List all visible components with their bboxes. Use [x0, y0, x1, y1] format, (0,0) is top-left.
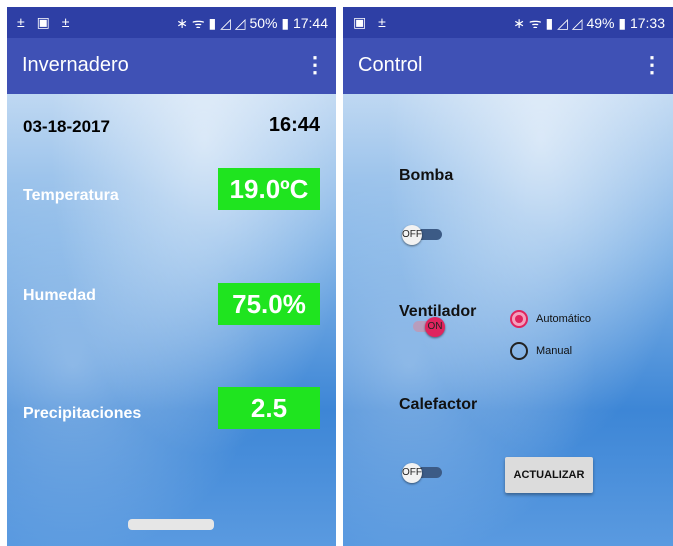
humidity-value: 75.0%	[218, 283, 320, 325]
manual-radio[interactable]	[510, 342, 528, 360]
app-bar: Invernadero ⋮	[7, 38, 336, 94]
time-display: 16:44	[268, 114, 320, 136]
calefactor-label: Calefactor	[399, 396, 478, 413]
update-button[interactable]: ACTUALIZAR	[505, 457, 593, 493]
switch-thumb: OFF	[402, 225, 422, 245]
bomba-switch[interactable]: OFF	[402, 225, 442, 245]
automatic-radio-label: Automático	[536, 313, 592, 325]
precipitation-label: Precipitaciones	[23, 405, 142, 422]
switch-thumb: ON	[425, 317, 445, 337]
status-left-icons: ▣ ±	[353, 14, 390, 30]
status-bar: ± ▣ ± ∗ ᯤ ▮ ◿ ◿ 50% ▮ 17:44	[7, 7, 336, 38]
app-bar: Control ⋮	[343, 38, 673, 94]
status-right-info: ∗ ᯤ ▮ ◿ ◿ 49% ▮ 17:33	[513, 15, 665, 31]
temperature-label: Temperatura	[23, 187, 119, 204]
temperature-value: 19.0ºC	[218, 168, 320, 210]
switch-thumb: OFF	[402, 463, 422, 483]
precipitation-value: 2.5	[218, 387, 320, 429]
main-content: 03-18-2017 16:44 Temperatura 19.0ºC Hume…	[7, 94, 336, 546]
status-bar: ▣ ± ∗ ᯤ ▮ ◿ ◿ 49% ▮ 17:33	[343, 7, 673, 38]
main-content: Bomba OFF Ventilador ON Automático Manua…	[343, 94, 673, 546]
manual-radio-label: Manual	[536, 345, 573, 357]
humidity-label: Humedad	[23, 287, 96, 304]
ventilador-switch[interactable]: ON	[405, 317, 445, 337]
calefactor-switch[interactable]: OFF	[402, 463, 442, 483]
control-screen: ▣ ± ∗ ᯤ ▮ ◿ ◿ 49% ▮ 17:33 Control ⋮ Bomb…	[343, 7, 673, 546]
date-display: 03-18-2017	[23, 117, 110, 136]
overflow-menu-icon[interactable]: ⋮	[304, 52, 326, 78]
overflow-menu-icon[interactable]: ⋮	[641, 52, 663, 78]
scroll-handle[interactable]	[128, 519, 214, 530]
bomba-label: Bomba	[399, 167, 454, 184]
greenhouse-screen: ± ▣ ± ∗ ᯤ ▮ ◿ ◿ 50% ▮ 17:44 Invernadero …	[7, 7, 336, 546]
app-title: Control	[358, 54, 423, 76]
app-title: Invernadero	[22, 54, 129, 76]
status-right-info: ∗ ᯤ ▮ ◿ ◿ 50% ▮ 17:44	[176, 15, 328, 31]
automatic-radio[interactable]	[510, 310, 528, 328]
status-left-icons: ± ▣ ±	[17, 14, 74, 30]
